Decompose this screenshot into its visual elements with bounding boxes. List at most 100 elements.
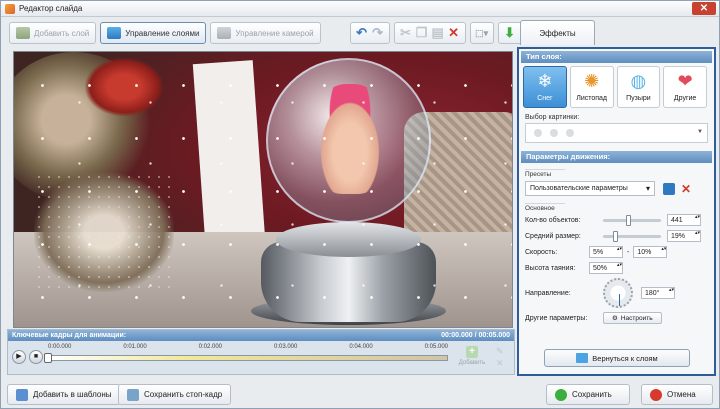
snow-effect [14,52,512,327]
edit-keyframe-icon[interactable]: ✎ [496,345,510,357]
range-dash: - [627,248,630,256]
count-row: Кол-во объектов: 441 [525,212,708,228]
cut-icon[interactable]: ✂ [398,25,414,41]
play-button[interactable]: ▶ [12,350,26,364]
redo-icon[interactable]: ↷ [370,25,386,41]
hearts-icon: ❤ [677,71,693,91]
camera-icon [217,27,232,39]
leaf-icon: ✺ [584,71,600,91]
count-spinner[interactable]: 441 [667,214,701,226]
count-slider-knob[interactable] [626,214,632,226]
size-label: Средний размер: [525,232,581,240]
undo-icon[interactable]: ↶ [354,25,370,41]
type-leaffall-button[interactable]: ✺ Листопад [569,66,614,108]
add-layer-button[interactable]: Добавить слой [9,22,97,44]
size-slider[interactable] [603,230,661,242]
dial-needle [619,294,620,306]
direction-row: Направление: 180° [525,276,708,310]
save-preset-icon[interactable] [663,182,675,195]
speed-from-spinner[interactable]: 5% [589,246,623,258]
add-to-templates-button[interactable]: Добавить в шаблоны [7,384,121,405]
manage-camera-button[interactable]: Управление камерой [210,22,321,44]
image-option [550,129,558,137]
checkmark-icon [555,388,567,401]
cancel-button[interactable]: Отмена [641,384,713,405]
timeline-track[interactable] [48,355,448,361]
tick-label: 0:05.000 [424,344,448,350]
count-slider[interactable] [603,214,661,226]
layer-type-list: ❄ Снег ✺ Листопад ◍ Пузыри ❤ Другие [519,63,714,108]
keyframe-timeline: Ключевые кадры для анимации: 00:00.000 /… [7,329,515,375]
size-row: Средний размер: 19% [525,228,708,244]
save-button[interactable]: Сохранить [546,384,630,405]
add-layer-label: Добавить слой [34,28,90,38]
manage-layers-button[interactable]: Управление слоями [100,22,207,44]
tick-label: 0:01.000 [123,344,147,350]
manage-layers-label: Управление слоями [125,28,200,38]
bottom-bar: Добавить в шаблоны Сохранить стоп-кадр С… [1,381,719,409]
layers-icon [107,27,122,39]
template-icon [16,388,28,401]
tick-label: 0:02.000 [198,344,223,350]
add-keyframe-label: Добавить [458,360,486,366]
size-slider-knob[interactable] [613,230,619,242]
cancel-label: Отмена [667,390,696,399]
tick-label: 0:00.000 [48,344,72,350]
plus-icon: + [466,346,478,358]
copy-icon[interactable]: ❐ [414,25,430,41]
image-option [534,129,542,137]
type-other-button[interactable]: ❤ Другие [663,66,707,108]
arrange-group: ⬚▾ [469,22,494,44]
direction-label: Направление: [525,289,571,297]
tick-label: 0:04.000 [349,344,373,350]
delete-keyframe-icon[interactable]: ✕ [496,357,510,369]
snowflake-icon: ❄ [537,71,553,91]
align-icon[interactable]: ⬚▾ [474,25,490,41]
slide-preview[interactable] [13,51,513,328]
timeline-time: 00:00.000 / 00:05.000 [441,332,510,339]
melt-row: Высота таяния: 50% [525,260,708,276]
configure-button[interactable]: ⚙ Настроить [603,312,662,324]
type-bubbles-button[interactable]: ◍ Пузыри [616,66,661,108]
bubble-icon: ◍ [630,71,647,91]
type-snow-button[interactable]: ❄ Снег [523,66,567,108]
other-label: Другие параметры: [525,314,588,322]
layer-type-header: Тип слоя: [521,51,712,63]
timeline-handle[interactable] [44,353,52,363]
image-pick-label: Выбор картинки: [525,114,580,121]
keyframe-tools: ✎ ✕ [496,345,510,369]
delete-icon[interactable]: ✕ [446,25,462,41]
timeline-title: Ключевые кадры для анимации: [12,332,127,339]
cancel-icon [650,388,662,401]
save-frame-button[interactable]: Сохранить стоп-кадр [118,384,232,405]
preset-select[interactable]: Пользовательские параметры [525,181,655,196]
direction-spinner[interactable]: 180° [641,287,675,299]
direction-dial[interactable] [603,278,633,308]
image-picker-dropdown[interactable]: ▼ [525,123,708,143]
layers-icon [576,353,589,363]
size-spinner[interactable]: 19% [667,230,701,242]
paste-icon[interactable]: ▤ [430,25,446,41]
speed-to-spinner[interactable]: 10% [633,246,668,258]
stop-button[interactable]: ■ [29,350,43,364]
type-label: Пузыри [626,95,651,102]
gear-icon: ⚙ [612,315,618,322]
edit-group: ✂ ❐ ▤ ✕ [393,22,466,44]
melt-spinner[interactable]: 50% [589,262,623,274]
melt-label: Высота таяния: [525,264,576,272]
manage-camera-label: Управление камерой [235,28,314,38]
back-to-layers-button[interactable]: Вернуться к слоям [544,349,690,367]
type-label: Снег [537,95,553,102]
image-option [566,129,574,137]
chevron-down-icon: ▼ [697,129,703,135]
window-close-button[interactable]: ✕ [692,2,716,15]
timeline-ruler: 0:00.000 0:01.000 0:02.000 0:03.000 0:04… [48,344,448,352]
add-keyframe-button[interactable]: + Добавить [456,346,488,366]
move-down-icon[interactable]: ⬇ [502,25,518,41]
tab-effects[interactable]: Эффекты [520,20,595,45]
presets-label: Пресеты [525,169,565,178]
save-frame-label: Сохранить стоп-кадр [144,390,223,399]
delete-preset-icon[interactable]: ✕ [681,182,691,196]
back-to-layers-label: Вернуться к слоям [592,353,658,363]
undo-redo-group: ↶ ↷ [349,22,390,44]
